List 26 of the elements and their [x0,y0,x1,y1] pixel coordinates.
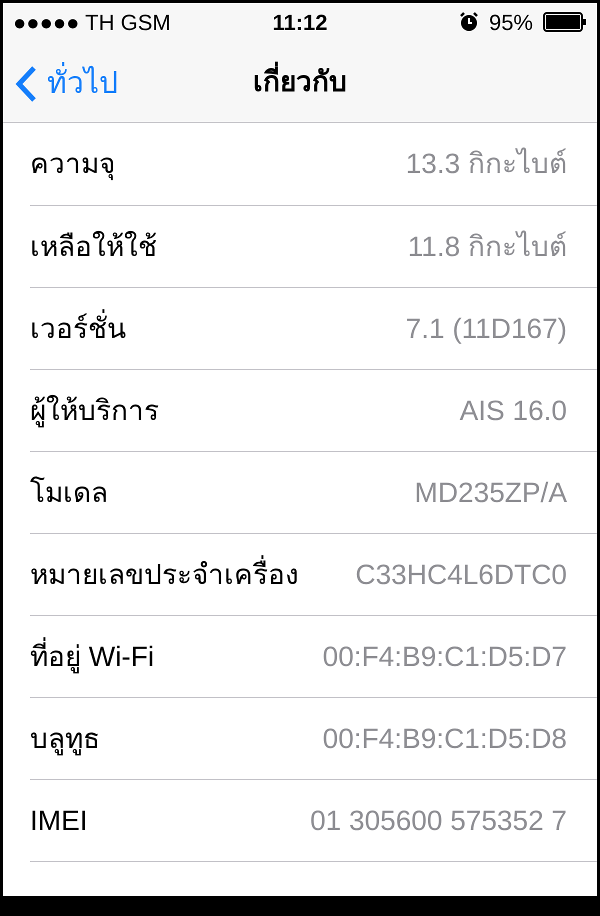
clock-time: 11:12 [272,8,328,36]
row-value: 01 305600 575352 7 [310,804,567,838]
row-label: โมเดล [30,476,108,510]
row-value: 13.3 กิกะไบต์ [406,146,567,181]
row-value: AIS 16.0 [460,394,567,428]
row-label: เหลือให้ใช้ [30,230,157,264]
row-value: 00:F4:B9:C1:D5:D8 [322,722,567,756]
screen-title: เกี่ยวกับ [253,60,347,102]
row-label: ที่อยู่ Wi-Fi [30,636,154,678]
alarm-icon [458,12,479,32]
row-label: ความจุ [30,147,115,182]
battery-icon [543,12,587,32]
row-value: 7.1 (11D167) [406,312,567,346]
row-value: C33HC4L6DTC0 [355,558,567,592]
carrier-text: ●●●●● TH GSM [13,8,172,36]
chevron-left-icon [15,66,37,102]
row-value: MD235ZP/A [414,476,567,510]
row-label: หมายเลขประจำเครื่อง [30,554,299,596]
row-value: 11.8 กิกะไบต์ [408,230,567,264]
row-label: IMEI [30,804,88,838]
row-label: เวอร์ชั่น [30,308,126,350]
row-value: 00:F4:B9:C1:D5:D7 [322,640,567,674]
row-label: ผู้ให้บริการ [30,394,159,430]
row-label: บลูทูธ [30,722,100,758]
battery-percent: 95% [488,8,533,36]
back-button[interactable]: ทั่วไป [15,61,118,106]
